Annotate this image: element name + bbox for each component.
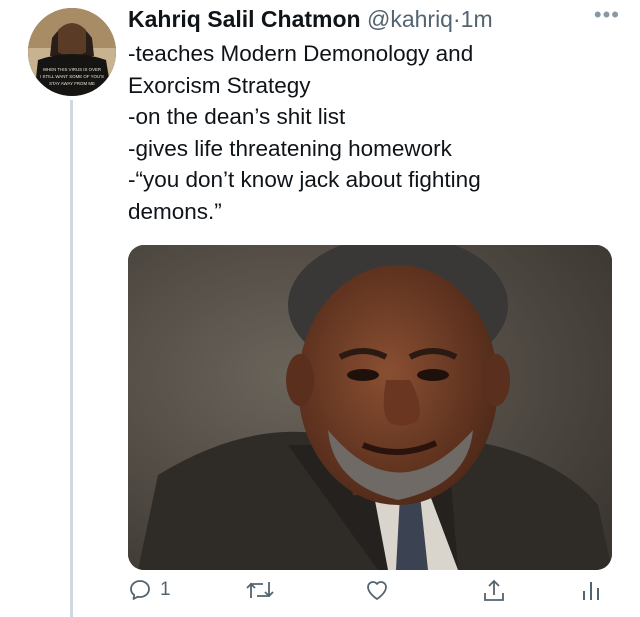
tweet-line: -gives life threatening homework <box>128 135 452 161</box>
tweet-line: demons.” <box>128 198 222 224</box>
shirt-text-2: I STILL WANT SOME OF YOU'S <box>40 74 104 79</box>
avatar[interactable]: WHEN THIS VIRUS IS OVER I STILL WANT SOM… <box>28 8 116 96</box>
tweet-line: Exorcism Strategy <box>128 72 311 98</box>
tweet-line: -teaches Modern Demonology and <box>128 41 474 66</box>
tweet-text: -teaches Modern Demonology and Exorcism … <box>128 38 598 227</box>
reply-count: 1 <box>160 579 171 600</box>
reply-icon <box>130 580 150 600</box>
shirt-text-3: STAY AWAY FROM ME <box>49 81 95 86</box>
tweet-time[interactable]: 1m <box>461 6 493 32</box>
action-bar: 1 <box>128 578 628 612</box>
analytics-icon <box>583 582 599 600</box>
author-name[interactable]: Kahriq Salil Chatmon <box>128 6 361 32</box>
share-button[interactable] <box>482 578 506 604</box>
author-handle[interactable]: @kahriq <box>367 6 453 32</box>
tweet-image[interactable] <box>128 245 612 570</box>
portrait-photo <box>128 245 612 570</box>
retweet-button[interactable] <box>246 578 274 602</box>
tweet-header: Kahriq Salil Chatmon @kahriq·1m ••• <box>128 2 628 36</box>
meta-separator: · <box>452 6 461 32</box>
like-button[interactable] <box>364 578 390 602</box>
tweet-line: -“you don’t know jack about fighting <box>128 167 481 192</box>
analytics-button[interactable] <box>580 578 602 602</box>
retweet-icon <box>246 582 274 598</box>
reply-button[interactable]: 1 <box>128 578 171 602</box>
shirt-text-1: WHEN THIS VIRUS IS OVER <box>43 67 101 72</box>
thread-line <box>70 100 73 617</box>
more-dots-icon[interactable]: ••• <box>594 2 620 28</box>
like-icon <box>367 581 387 600</box>
share-icon <box>484 579 504 601</box>
tweet-line: -on the dean’s shit list <box>128 104 346 129</box>
avatar-photo: WHEN THIS VIRUS IS OVER I STILL WANT SOM… <box>28 8 116 96</box>
